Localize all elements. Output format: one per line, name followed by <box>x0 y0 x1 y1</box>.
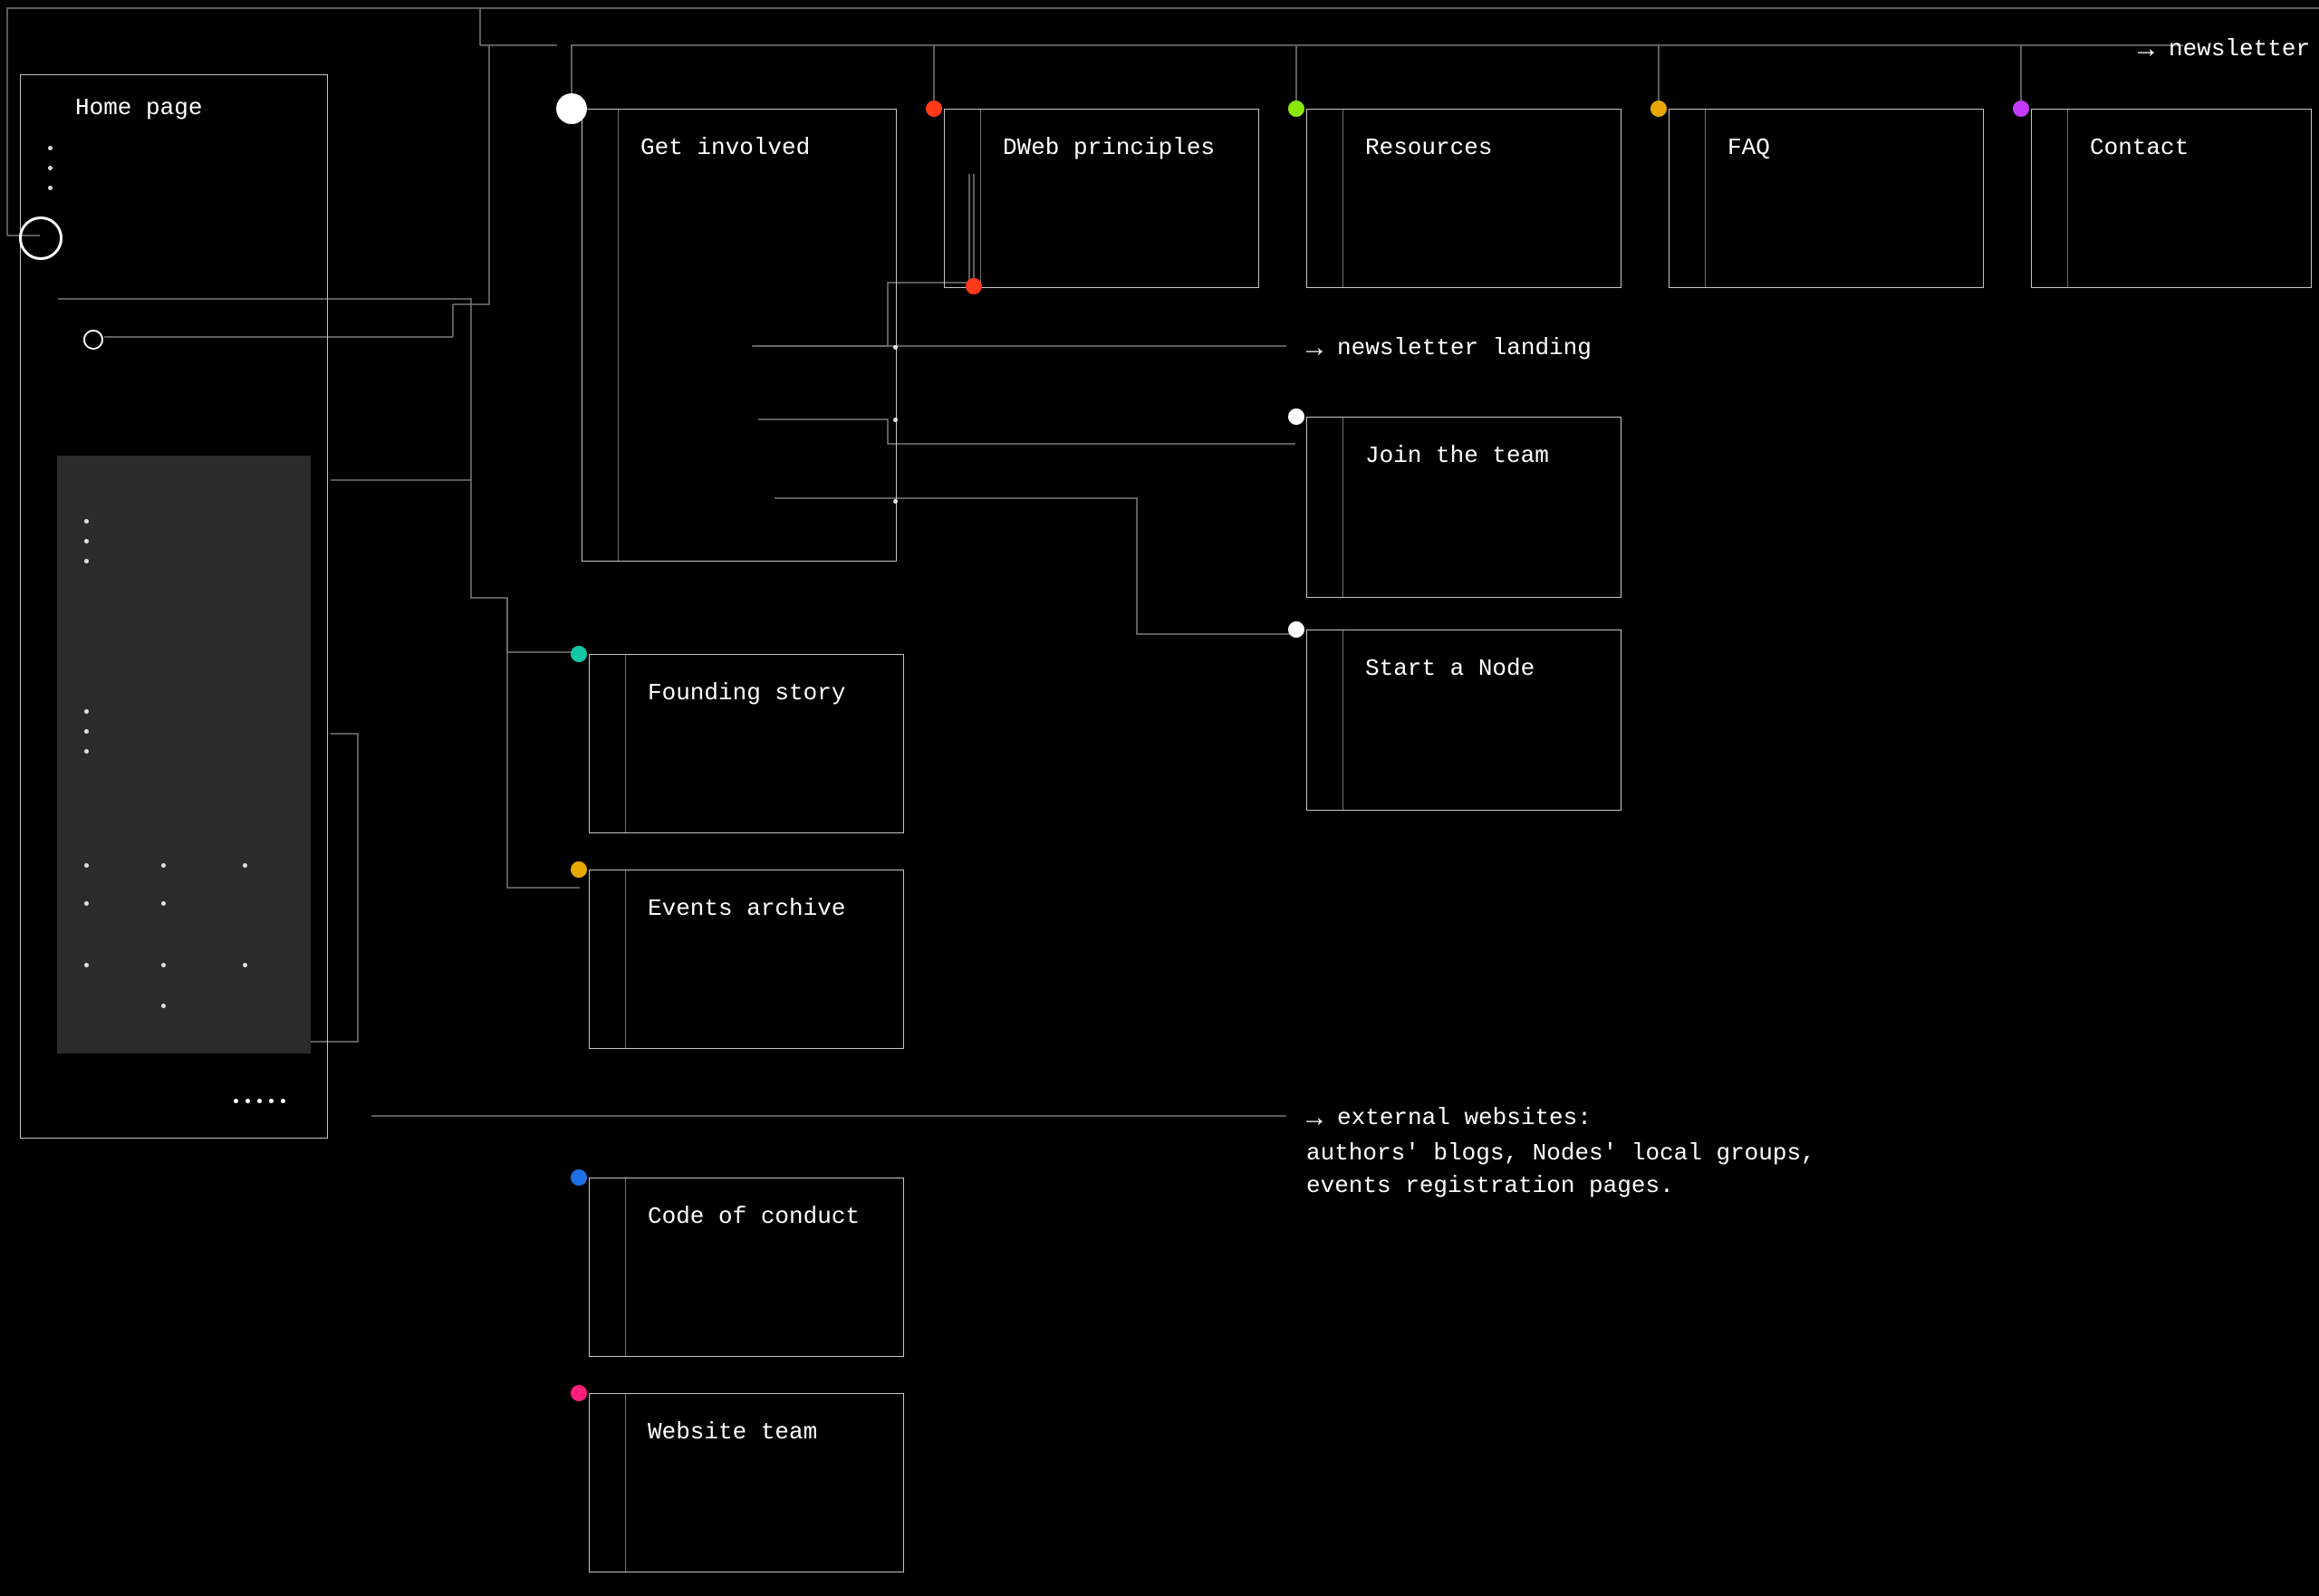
node-get-involved[interactable]: Get involved <box>582 109 897 562</box>
dot-icon <box>48 146 53 150</box>
node-contact[interactable]: Contact <box>2031 109 2312 288</box>
node-label: FAQ <box>1706 110 1792 186</box>
external-text: external websites: authors' blogs, Nodes… <box>1306 1104 1815 1199</box>
dot-icon <box>161 1004 166 1008</box>
port-dot <box>893 499 898 504</box>
node-dot-founding-story <box>571 646 587 662</box>
node-founding-story[interactable]: Founding story <box>589 654 904 833</box>
node-events-archive[interactable]: Events archive <box>589 870 904 1049</box>
node-dot-get-involved <box>556 93 587 124</box>
node-label: Code of conduct <box>626 1178 881 1255</box>
link-newsletter[interactable]: → newsletter <box>2138 30 2310 68</box>
dot-icon <box>84 709 89 714</box>
newsletter-landing-label: newsletter landing <box>1337 334 1592 361</box>
node-dot-start-node <box>1288 621 1304 638</box>
dot-icon <box>84 539 89 543</box>
node-label: Get involved <box>619 110 832 186</box>
node-dweb-principles[interactable]: DWeb principles <box>944 109 1259 288</box>
dot-icon <box>48 186 53 190</box>
arrow-icon: → <box>1306 331 1323 369</box>
arrow-icon: → <box>1306 1101 1323 1139</box>
node-label: Website team <box>626 1394 839 1470</box>
sitemap-diagram: Home page <box>0 0 2319 1596</box>
home-page-title: Home page <box>75 91 202 124</box>
node-subdot-dweb-principles <box>966 278 982 294</box>
node-dot-events-archive <box>571 861 587 878</box>
dot-icon <box>84 863 89 868</box>
node-website-team[interactable]: Website team <box>589 1393 904 1572</box>
link-newsletter-landing[interactable]: → newsletter landing <box>1306 329 1592 367</box>
node-dot-code-of-conduct <box>571 1169 587 1186</box>
port-dot <box>893 345 898 350</box>
node-label: Events archive <box>626 870 867 947</box>
arrow-icon: → <box>2138 32 2154 70</box>
dot-icon <box>84 901 89 906</box>
dot-icon <box>161 863 166 868</box>
dot-icon <box>84 519 89 524</box>
node-dot-resources <box>1288 101 1304 117</box>
node-code-of-conduct[interactable]: Code of conduct <box>589 1178 904 1357</box>
external-links-note: →external websites: authors' blogs, Node… <box>1306 1099 2031 1203</box>
node-start-node[interactable]: Start a Node <box>1306 630 1621 811</box>
node-label: Resources <box>1343 110 1514 186</box>
node-resources[interactable]: Resources <box>1306 109 1621 288</box>
dot-icon <box>243 863 247 868</box>
dot-icon <box>84 729 89 734</box>
node-label: DWeb principles <box>981 110 1236 186</box>
node-dot-faq <box>1650 101 1667 117</box>
node-label: Founding story <box>626 655 867 731</box>
node-faq[interactable]: FAQ <box>1669 109 1984 288</box>
home-anchor-ring <box>19 216 63 260</box>
node-label: Contact <box>2068 110 2210 186</box>
node-dot-contact <box>2013 101 2029 117</box>
dot-icon <box>84 963 89 967</box>
dot-icon <box>243 963 247 967</box>
home-page-wireframe: Home page <box>20 74 328 1139</box>
dot-icon <box>84 559 89 563</box>
node-dot-dweb-principles <box>926 101 942 117</box>
node-dot-website-team <box>571 1385 587 1401</box>
dot-icon <box>161 901 166 906</box>
port-dot <box>893 418 898 422</box>
dot-icon <box>84 749 89 754</box>
newsletter-label: newsletter <box>2169 35 2310 62</box>
node-label: Join the team <box>1343 418 1571 494</box>
pager-dots <box>234 1099 285 1103</box>
dot-icon <box>161 963 166 967</box>
node-dot-join-team <box>1288 409 1304 425</box>
dot-icon <box>48 166 53 170</box>
node-join-team[interactable]: Join the team <box>1306 417 1621 598</box>
node-label: Start a Node <box>1343 630 1556 707</box>
home-content-panel <box>57 456 311 1053</box>
home-thumb-ring <box>83 330 103 350</box>
